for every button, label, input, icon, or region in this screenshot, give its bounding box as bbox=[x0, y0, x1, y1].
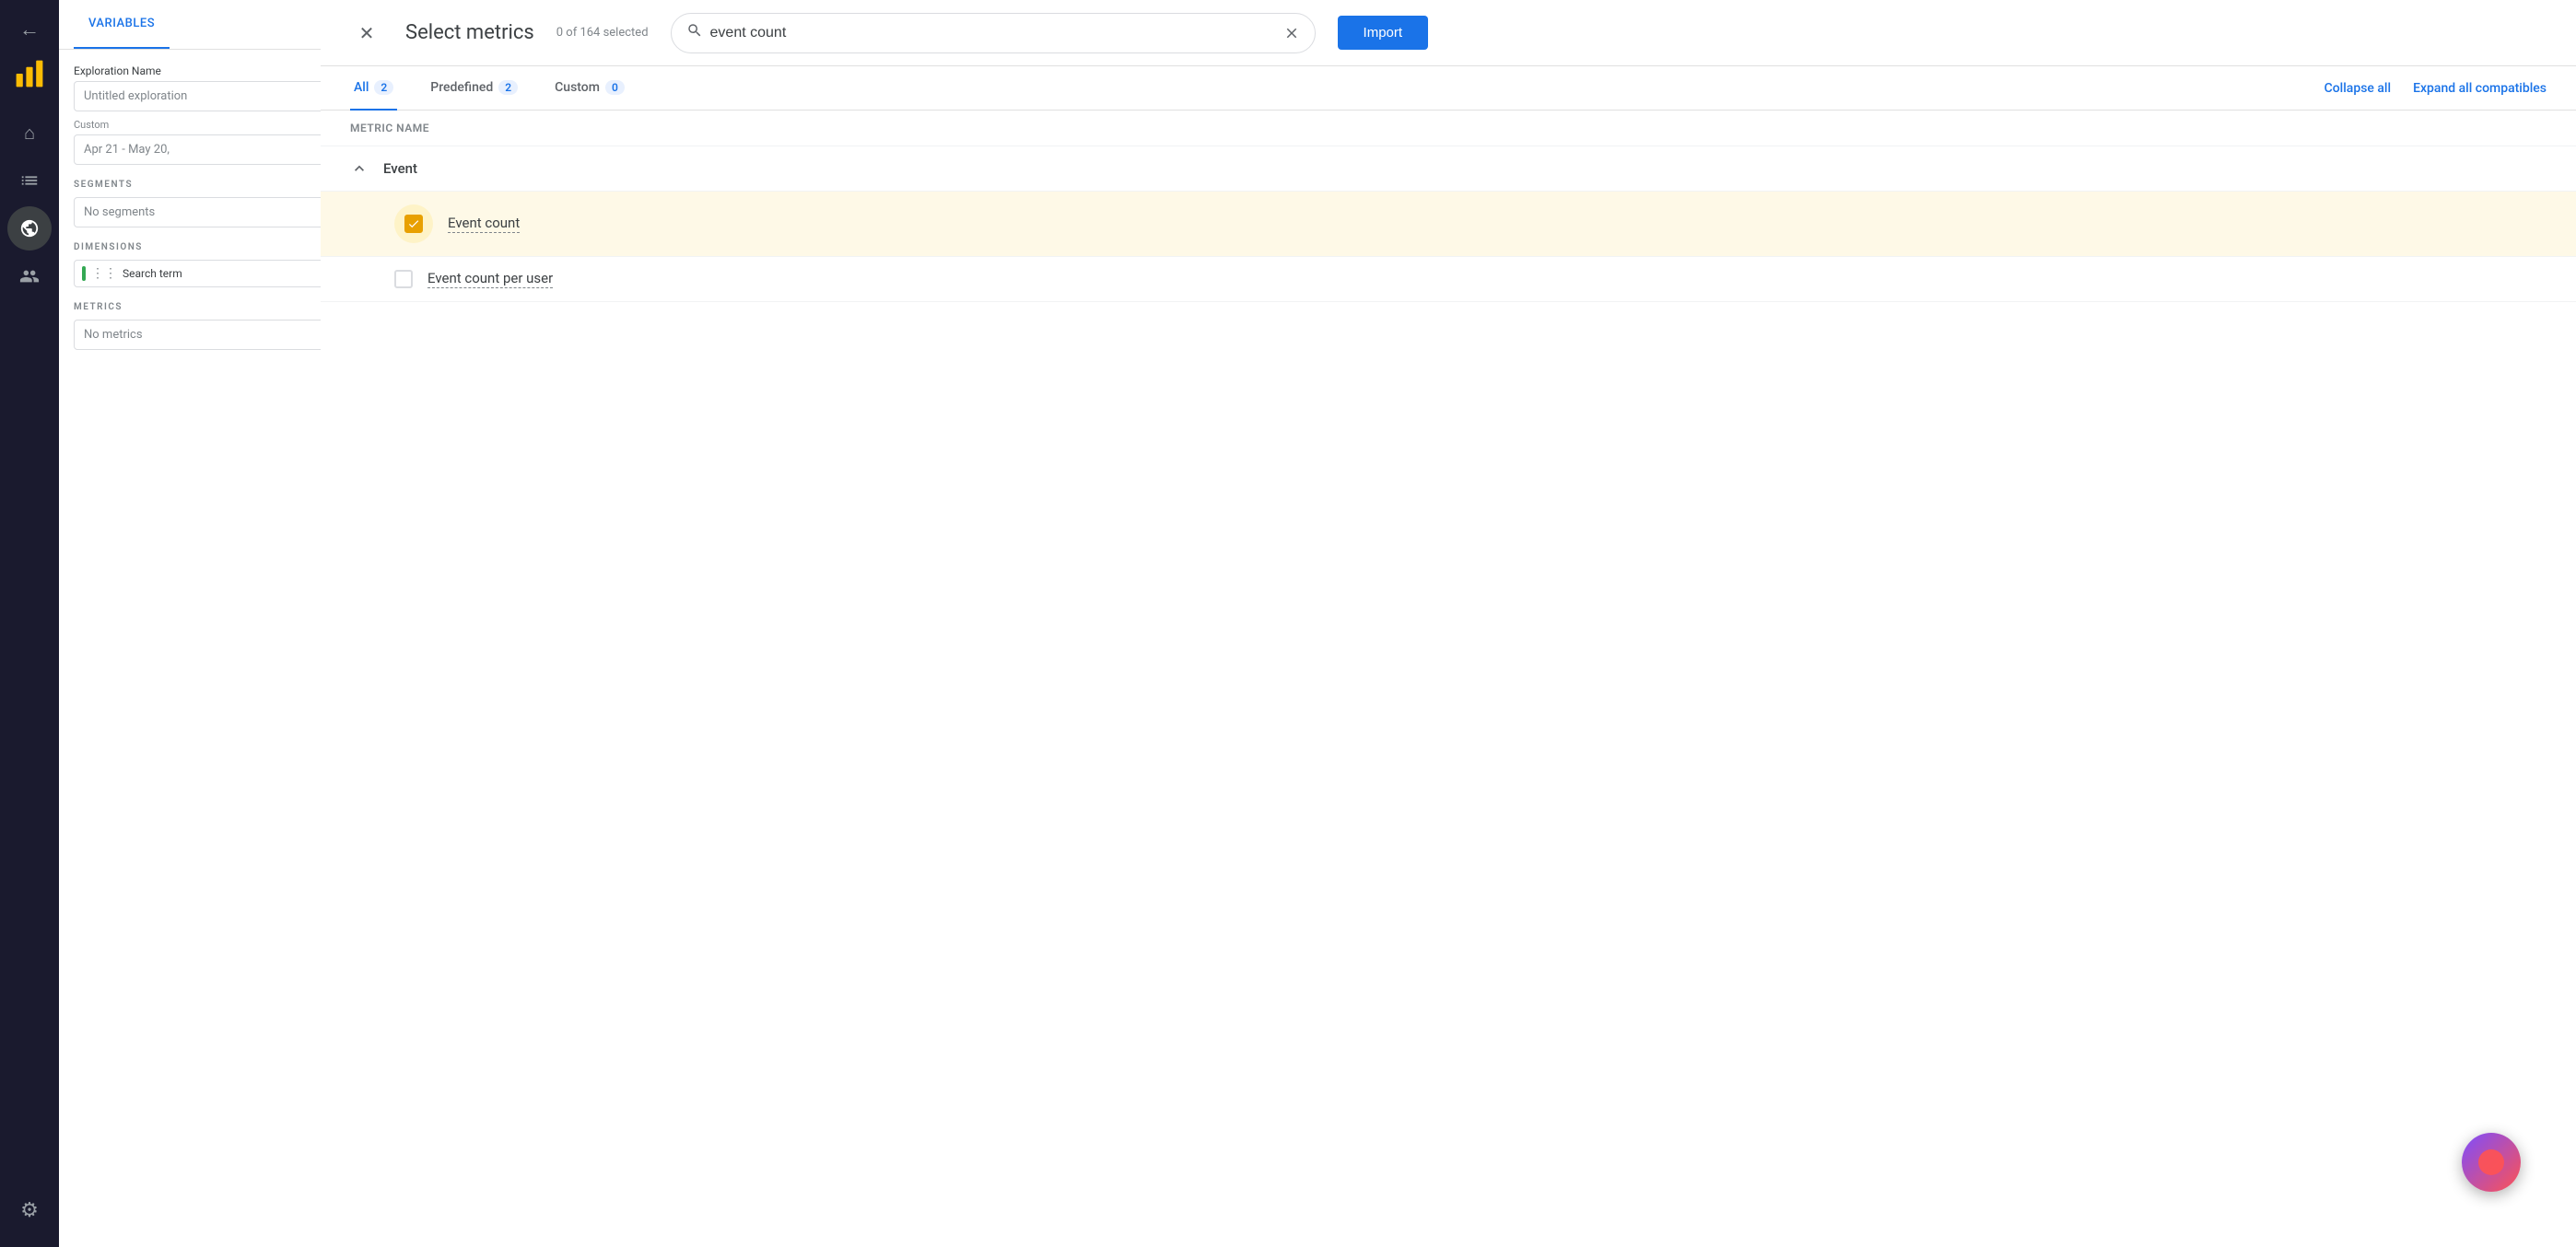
metric-checkbox-event-count[interactable] bbox=[404, 215, 423, 233]
nav-item-home[interactable]: ⌂ bbox=[7, 111, 52, 155]
app-logo bbox=[7, 52, 52, 96]
variables-tabs: Variables bbox=[74, 0, 338, 49]
nav-back-button[interactable]: ← bbox=[7, 7, 52, 52]
modal-count: 0 of 164 selected bbox=[556, 26, 649, 40]
tab-all-label: All bbox=[354, 80, 369, 95]
modal-search-bar[interactable] bbox=[671, 13, 1316, 53]
nav-item-chart[interactable] bbox=[7, 158, 52, 203]
search-input[interactable] bbox=[710, 25, 1276, 41]
variables-header: Variables bbox=[59, 0, 353, 50]
metric-name-header: Metric name bbox=[321, 111, 2576, 146]
metric-checkbox-highlight-event-count[interactable] bbox=[394, 204, 433, 243]
metric-row-event-count-per-user[interactable]: Event count per user bbox=[321, 257, 2576, 302]
modal-title: Select metrics bbox=[405, 21, 534, 44]
variables-panel: Variables Exploration Name Untitled expl… bbox=[59, 0, 354, 1247]
tab-all[interactable]: All 2 bbox=[350, 66, 397, 111]
dimension-chip-search-term[interactable]: ⋮⋮ Search term bbox=[74, 260, 338, 287]
nav-items: ⌂ bbox=[0, 111, 59, 298]
dimensions-label: Dimensions bbox=[74, 242, 338, 252]
dimension-chip-dots-icon: ⋮⋮ bbox=[91, 266, 117, 281]
search-icon bbox=[686, 22, 703, 43]
category-name-event: Event bbox=[383, 160, 417, 177]
left-nav: ← ⌂ ⚙ bbox=[0, 0, 59, 1247]
tab-custom-badge: 0 bbox=[605, 80, 625, 95]
exploration-name-value[interactable]: Untitled exploration bbox=[74, 81, 338, 111]
date-range-value[interactable]: Apr 21 - May 20, bbox=[74, 134, 338, 165]
modal-tab-actions: Collapse all Expand all compatibles bbox=[2324, 81, 2547, 96]
close-icon: ✕ bbox=[359, 22, 375, 44]
date-type-label: Custom bbox=[74, 119, 338, 131]
search-clear-button[interactable] bbox=[1283, 25, 1300, 41]
metric-checkbox-event-count-per-user[interactable] bbox=[394, 270, 413, 288]
category-chevron-up-icon bbox=[350, 159, 369, 178]
nav-item-audience[interactable] bbox=[7, 254, 52, 298]
dimension-chip-label: Search term bbox=[123, 267, 182, 280]
select-metrics-modal: ✕ Select metrics 0 of 164 selected Impor… bbox=[321, 0, 2576, 1247]
tab-custom-label: Custom bbox=[555, 80, 600, 95]
category-row-event[interactable]: Event bbox=[321, 146, 2576, 192]
fab-inner bbox=[2478, 1149, 2504, 1175]
segments-placeholder[interactable]: No segments bbox=[74, 197, 338, 227]
dimension-chip-bar bbox=[82, 266, 86, 281]
collapse-all-link[interactable]: Collapse all bbox=[2324, 81, 2392, 96]
tab-custom[interactable]: Custom 0 bbox=[551, 66, 628, 111]
fab-help-button[interactable] bbox=[2462, 1133, 2521, 1192]
metrics-placeholder[interactable]: No metrics bbox=[74, 320, 338, 350]
tab-all-badge: 2 bbox=[374, 80, 393, 95]
variables-body: Exploration Name Untitled exploration Cu… bbox=[59, 50, 353, 1247]
metric-row-event-count[interactable]: Event count bbox=[321, 192, 2576, 257]
exploration-name-label: Exploration Name bbox=[74, 64, 338, 77]
modal-body: Metric name Event Event count Event coun… bbox=[321, 111, 2576, 1247]
modal-header: ✕ Select metrics 0 of 164 selected Impor… bbox=[321, 0, 2576, 66]
variables-tab[interactable]: Variables bbox=[74, 0, 170, 49]
modal-close-button[interactable]: ✕ bbox=[350, 17, 383, 50]
metric-name-event-count: Event count bbox=[448, 215, 520, 233]
expand-all-link[interactable]: Expand all compatibles bbox=[2413, 81, 2547, 96]
modal-tabs: All 2 Predefined 2 Custom 0 Collapse all… bbox=[321, 66, 2576, 111]
tab-predefined-label: Predefined bbox=[430, 80, 493, 95]
segments-label: Segments bbox=[74, 180, 338, 190]
metric-name-event-count-per-user: Event count per user bbox=[427, 270, 553, 288]
nav-item-explore[interactable] bbox=[7, 206, 52, 251]
metrics-label: Metrics bbox=[74, 302, 338, 312]
tab-predefined-badge: 2 bbox=[498, 80, 518, 95]
tab-predefined[interactable]: Predefined 2 bbox=[427, 66, 521, 111]
import-button[interactable]: Import bbox=[1338, 16, 1429, 50]
settings-button[interactable]: ⚙ bbox=[7, 1188, 52, 1232]
